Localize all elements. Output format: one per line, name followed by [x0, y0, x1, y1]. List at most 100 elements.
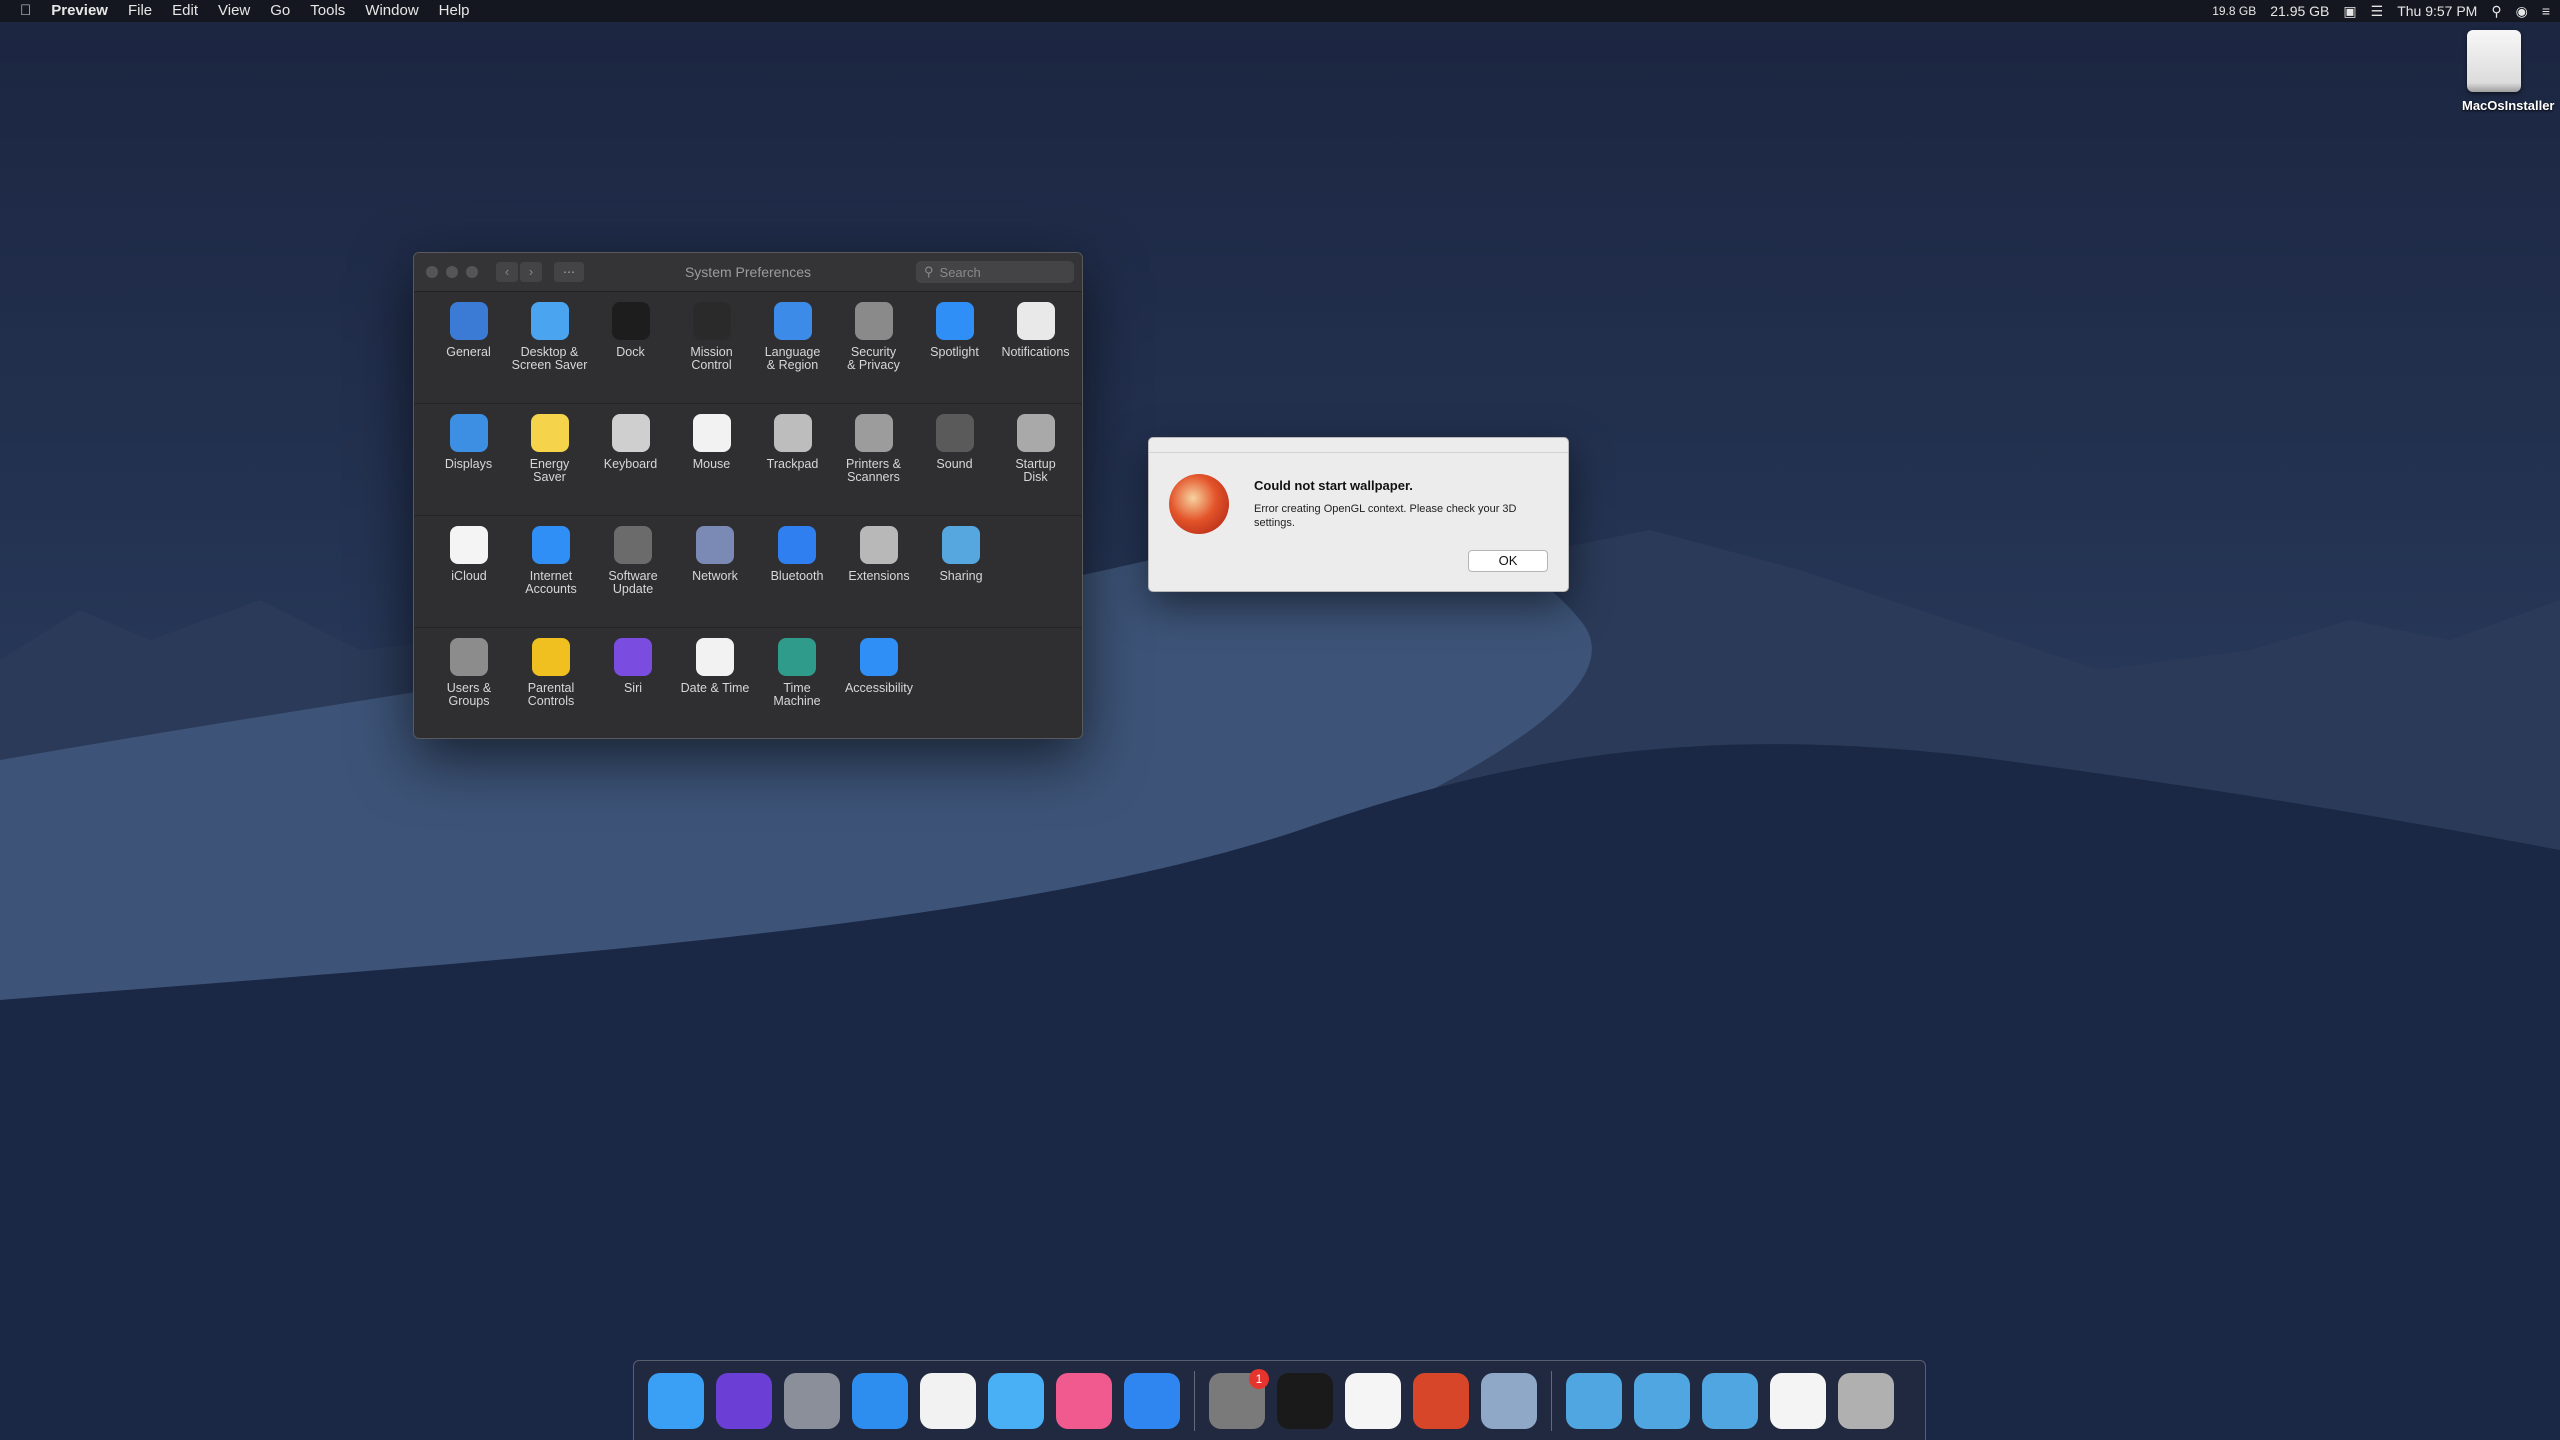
pref-pane-bluetooth[interactable]: Bluetooth: [756, 526, 838, 615]
siri-icon[interactable]: [716, 1372, 772, 1429]
trash-icon[interactable]: [1838, 1372, 1894, 1429]
pref-pane-keyboard[interactable]: Keyboard: [590, 414, 671, 503]
messages-icon[interactable]: [988, 1372, 1044, 1429]
search-input[interactable]: [937, 263, 1062, 281]
memory-status[interactable]: 19.8 GB: [2212, 4, 2256, 18]
pref-pane-mouse[interactable]: Mouse: [671, 414, 752, 503]
terminal-icon[interactable]: [1277, 1372, 1333, 1429]
pref-pane-sharing[interactable]: Sharing: [920, 526, 1002, 615]
zoom-button[interactable]: [466, 266, 478, 278]
pref-pane-dock[interactable]: Dock: [590, 302, 671, 391]
window-controls: [426, 266, 478, 278]
pref-pane-label: Desktop & Screen Saver: [511, 345, 588, 372]
itunes-icon[interactable]: [1056, 1372, 1112, 1429]
menu-file[interactable]: File: [118, 0, 162, 22]
pref-pane-label: Software Update: [608, 569, 658, 596]
safari-icon[interactable]: [852, 1372, 908, 1429]
search-field[interactable]: ⚲: [916, 261, 1074, 283]
pref-pane-users[interactable]: Users & Groups: [428, 638, 510, 727]
siri-menubar-icon[interactable]: ◉: [2516, 3, 2528, 20]
alert-message: Error creating OpenGL context. Please ch…: [1254, 503, 1517, 529]
pref-pane-siri[interactable]: Siri: [592, 638, 674, 727]
minimize-button[interactable]: [446, 266, 458, 278]
printer-icon: [854, 414, 893, 452]
pref-pane-label: Printers & Scanners: [846, 457, 901, 484]
pref-pane-label: Keyboard: [603, 457, 658, 471]
chrome-icon[interactable]: [1345, 1372, 1401, 1429]
launchpad-icon[interactable]: [784, 1372, 840, 1429]
disk-status[interactable]: 21.95 GB: [2270, 3, 2329, 19]
pref-pane-desktop[interactable]: Desktop & Screen Saver: [509, 302, 590, 391]
dock: 1: [633, 1360, 1926, 1440]
document-preview-icon[interactable]: [1770, 1372, 1826, 1429]
pref-pane-label: Siri: [623, 681, 643, 695]
pref-pane-general[interactable]: General: [428, 302, 509, 391]
pref-pane-sound[interactable]: Sound: [914, 414, 995, 503]
wifi-icon[interactable]: ☰: [2371, 3, 2384, 20]
pref-pane-software-update[interactable]: Software Update: [592, 526, 674, 615]
pref-pane-date-time[interactable]: Date & Time: [674, 638, 756, 727]
notification-badge: 1: [1249, 1368, 1269, 1389]
accessibility-icon: [860, 638, 898, 676]
pref-pane-spotlight[interactable]: Spotlight: [914, 302, 995, 391]
documents-folder-icon[interactable]: [1634, 1372, 1690, 1429]
menu-window[interactable]: Window: [355, 0, 428, 22]
displays-icon: [449, 414, 488, 452]
pref-pane-accessibility[interactable]: Accessibility: [838, 638, 920, 727]
finder-icon[interactable]: [648, 1372, 704, 1429]
pref-pane-startup-disk[interactable]: Startup Disk: [995, 414, 1076, 503]
system-preferences-icon[interactable]: 1: [1209, 1368, 1269, 1429]
photos-icon[interactable]: [920, 1372, 976, 1429]
menu-view[interactable]: View: [208, 0, 260, 22]
applications-folder-icon[interactable]: [1566, 1372, 1622, 1429]
pref-pane-trackpad[interactable]: Trackpad: [752, 414, 833, 503]
pref-pane-displays[interactable]: Displays: [428, 414, 509, 503]
window-titlebar[interactable]: ‹ › ⋯ System Preferences ⚲: [414, 253, 1082, 292]
pref-pane-security[interactable]: Security & Privacy: [833, 302, 914, 391]
pref-pane-printer[interactable]: Printers & Scanners: [833, 414, 914, 503]
menu-go[interactable]: Go: [260, 0, 300, 22]
pref-pane-network[interactable]: Network: [674, 526, 756, 615]
pref-pane-mission-control[interactable]: Mission Control: [671, 302, 752, 391]
back-button[interactable]: ‹: [496, 262, 518, 282]
close-button[interactable]: [426, 266, 438, 278]
pref-pane-label: Startup Disk: [1015, 457, 1056, 484]
pref-pane-label: Users & Groups: [446, 681, 492, 708]
pref-pane-label: Date & Time: [680, 681, 750, 695]
pref-pane-label: Trackpad: [766, 457, 819, 471]
pref-pane-time-machine[interactable]: Time Machine: [756, 638, 838, 727]
menu-app-name[interactable]: Preview: [41, 0, 118, 22]
pane-row: Displays Energy Saver Keyboard Mouse Trackpa…: [414, 404, 1082, 516]
menu-tools[interactable]: Tools: [300, 0, 355, 22]
desktop-disk-label: MacOsInstaller: [2462, 98, 2555, 113]
pref-pane-notifications[interactable]: Notifications: [995, 302, 1076, 391]
ok-button[interactable]: OK: [1468, 550, 1548, 572]
apple-menu-icon[interactable]: : [0, 0, 41, 22]
show-all-button[interactable]: ⋯: [554, 262, 584, 282]
forward-button[interactable]: ›: [520, 262, 542, 282]
pref-pane-icloud[interactable]: iCloud: [428, 526, 510, 615]
display-mirroring-icon[interactable]: ▣: [2343, 3, 2356, 20]
preview-icon[interactable]: [1481, 1372, 1537, 1429]
security-icon: [854, 302, 893, 340]
app-store-icon[interactable]: [1124, 1372, 1180, 1429]
pref-pane-extensions[interactable]: Extensions: [838, 526, 920, 615]
menu-help[interactable]: Help: [429, 0, 480, 22]
menu-edit[interactable]: Edit: [162, 0, 208, 22]
notification-center-icon[interactable]: ≡: [2542, 3, 2550, 19]
pref-pane-energy[interactable]: Energy Saver: [509, 414, 590, 503]
pane-row: General Desktop & Screen Saver Dock Mission…: [414, 292, 1082, 404]
general-icon: [449, 302, 488, 340]
pref-pane-language[interactable]: Language & Region: [752, 302, 833, 391]
pref-pane-label: Mission Control: [690, 345, 733, 372]
pref-pane-label: Accessibility: [844, 681, 914, 695]
spotlight-search-icon[interactable]: ⚲: [2491, 3, 2501, 20]
wallpaper-app-icon[interactable]: [1413, 1372, 1469, 1429]
downloads-folder-icon[interactable]: [1702, 1372, 1758, 1429]
external-drive-icon: [2467, 30, 2521, 92]
pref-pane-internet-accounts[interactable]: Internet Accounts: [510, 526, 592, 615]
keyboard-icon: [611, 414, 650, 452]
clock[interactable]: Thu 9:57 PM: [2397, 3, 2477, 19]
desktop-disk[interactable]: MacOsInstaller: [2462, 30, 2555, 113]
pref-pane-parental[interactable]: Parental Controls: [510, 638, 592, 727]
